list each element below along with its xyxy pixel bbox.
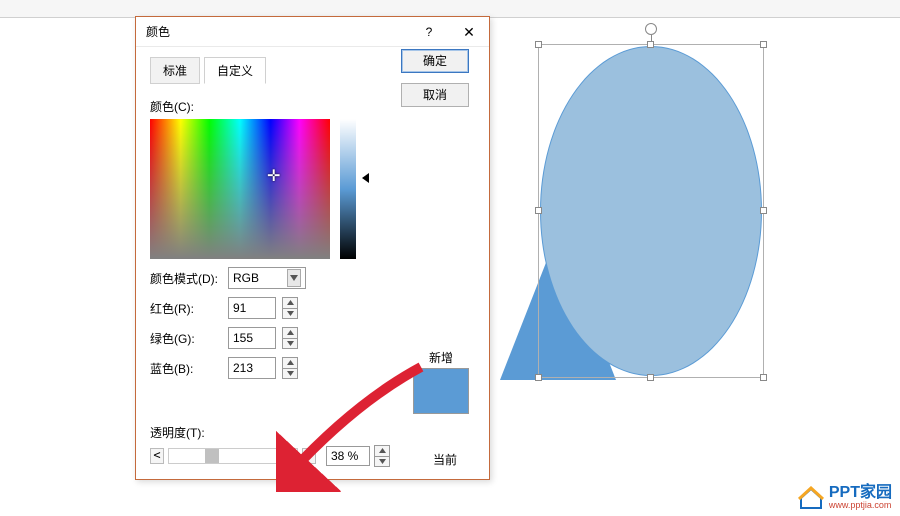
dialog-titlebar[interactable]: 颜色 ? ✕ [136,17,489,47]
watermark-logo: PPT家园 www.pptjia.com [797,486,892,510]
resize-handle-b[interactable] [647,374,654,381]
dialog-title: 颜色 [136,17,409,47]
luminance-pointer-icon [362,173,369,183]
new-label: 新增 [413,349,469,366]
slide-canvas [498,30,808,390]
transparency-input[interactable]: 38 % [326,446,370,466]
resize-handle-br[interactable] [760,374,767,381]
green-spinner[interactable] [282,327,298,349]
blue-label: 蓝色(B): [150,360,222,377]
resize-handle-tr[interactable] [760,41,767,48]
mode-value: RGB [233,271,259,285]
current-label: 当前 [433,451,457,468]
spin-up-icon[interactable] [283,298,297,308]
slider-next-button[interactable]: > [302,448,316,464]
selection-box [538,44,764,378]
logo-url: www.pptjia.com [829,500,892,510]
resize-handle-bl[interactable] [535,374,542,381]
resize-handle-r[interactable] [760,207,767,214]
cancel-button[interactable]: 取消 [401,83,469,107]
tab-custom[interactable]: 自定义 [204,57,266,84]
resize-handle-l[interactable] [535,207,542,214]
slider-thumb[interactable] [205,449,219,463]
transparency-spinner[interactable] [374,445,390,467]
logo-text: PPT家园 [829,486,892,500]
color-dialog: 颜色 ? ✕ 标准 自定义 确定 取消 颜色(C): ✛ 颜色模式(D): RG… [135,16,490,480]
resize-handle-tl[interactable] [535,41,542,48]
spin-up-icon[interactable] [283,358,297,368]
rotate-handle[interactable] [645,23,657,35]
spin-down-icon[interactable] [283,308,297,319]
color-picker-area[interactable]: ✛ [150,119,330,259]
blue-spinner[interactable] [282,357,298,379]
red-label: 红色(R): [150,300,222,317]
resize-handle-t[interactable] [647,41,654,48]
tab-standard[interactable]: 标准 [150,57,200,84]
annotation-arrow-icon [276,362,426,492]
chevron-down-icon [287,269,301,287]
ok-button[interactable]: 确定 [401,49,469,73]
color-mode-select[interactable]: RGB [228,267,306,289]
blue-input[interactable]: 213 [228,357,276,379]
transparency-label: 透明度(T): [150,424,205,441]
mode-label: 颜色模式(D): [150,270,222,287]
green-input[interactable]: 155 [228,327,276,349]
slider-prev-button[interactable]: < [150,448,164,464]
luminance-bar[interactable] [340,119,356,259]
red-input[interactable]: 91 [228,297,276,319]
swatch-area: 新增 [413,349,469,414]
transparency-slider[interactable] [168,448,298,464]
spin-down-icon[interactable] [283,368,297,379]
help-button[interactable]: ? [409,17,449,47]
spin-down-icon[interactable] [375,456,389,467]
red-spinner[interactable] [282,297,298,319]
house-icon [797,486,825,510]
spin-up-icon[interactable] [375,446,389,456]
close-button[interactable]: ✕ [449,17,489,47]
tabs: 标准 自定义 [150,57,266,84]
spin-down-icon[interactable] [283,338,297,349]
green-label: 绿色(G): [150,330,222,347]
new-swatch [413,368,469,414]
spin-up-icon[interactable] [283,328,297,338]
